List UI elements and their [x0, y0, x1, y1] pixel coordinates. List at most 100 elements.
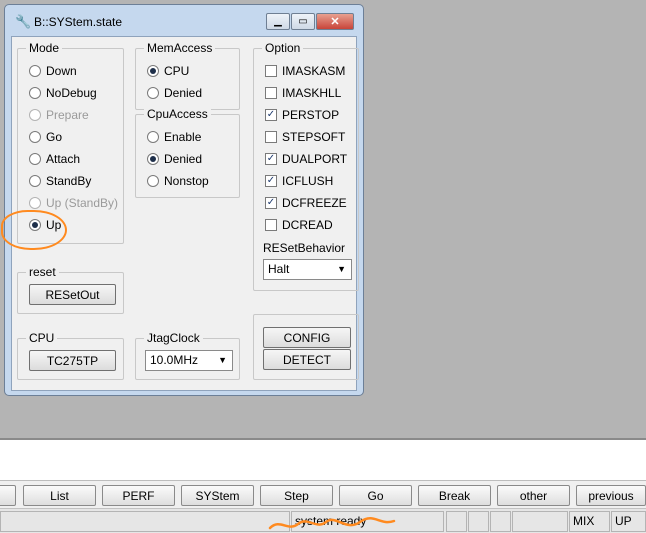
- radio-selected-icon: [147, 153, 159, 165]
- toolbar-button-system[interactable]: SYStem: [181, 485, 254, 506]
- toolbar-button-list[interactable]: List: [23, 485, 96, 506]
- toolbar-button-break[interactable]: Break: [418, 485, 491, 506]
- option-dcfreeze[interactable]: ✓ DCFREEZE: [265, 195, 347, 211]
- checkbox-checked-icon: ✓: [265, 175, 277, 187]
- radio-icon: [29, 65, 41, 77]
- option-label: Attach: [46, 152, 81, 166]
- memaccess-option-denied[interactable]: Denied: [147, 85, 202, 101]
- cpu-group-title: CPU: [26, 331, 58, 345]
- radio-icon: [29, 153, 41, 165]
- radio-icon: [29, 87, 41, 99]
- reset-group: reset RESetOut: [17, 265, 124, 314]
- option-label: DCFREEZE: [282, 196, 347, 210]
- dropdown-arrow-icon: ▼: [218, 355, 227, 365]
- option-imaskhll[interactable]: IMASKHLL: [265, 85, 341, 101]
- checkbox-checked-icon: ✓: [265, 109, 277, 121]
- mode-option-go[interactable]: Go: [29, 129, 62, 145]
- memaccess-option-cpu[interactable]: CPU: [147, 63, 189, 79]
- checkbox-checked-icon: ✓: [265, 197, 277, 209]
- status-cell-left: [0, 511, 290, 532]
- option-icflush[interactable]: ✓ ICFLUSH: [265, 173, 333, 189]
- checkbox-icon: [265, 131, 277, 143]
- option-group-title: Option: [262, 41, 304, 55]
- toolbar-button-go[interactable]: Go: [339, 485, 412, 506]
- checkbox-checked-icon: ✓: [265, 153, 277, 165]
- option-dualport[interactable]: ✓ DUALPORT: [265, 151, 347, 167]
- mode-option-up-standby: Up (StandBy): [29, 195, 118, 211]
- window-title: B::SYStem.state: [34, 15, 123, 29]
- option-label: StandBy: [46, 174, 92, 188]
- option-label: PERSTOP: [282, 108, 340, 122]
- command-area[interactable]: [0, 440, 646, 480]
- option-stepsoft[interactable]: STEPSOFT: [265, 129, 345, 145]
- option-label: Enable: [164, 130, 202, 144]
- memaccess-group-title: MemAccess: [144, 41, 216, 55]
- checkbox-icon: [265, 87, 277, 99]
- maximize-button[interactable]: ▭: [291, 13, 315, 30]
- cpu-button[interactable]: TC275TP: [29, 350, 116, 371]
- cpuaccess-option-nonstop[interactable]: Nonstop: [147, 173, 209, 189]
- mode-option-nodebug[interactable]: NoDebug: [29, 85, 97, 101]
- resetout-button[interactable]: RESetOut: [29, 284, 116, 305]
- option-label: Go: [46, 130, 63, 144]
- close-button[interactable]: ✕: [316, 13, 354, 30]
- option-label: Down: [46, 64, 77, 78]
- cpuaccess-option-enable[interactable]: Enable: [147, 129, 201, 145]
- detect-button[interactable]: DETECT: [263, 349, 351, 370]
- option-label: STEPSOFT: [282, 130, 346, 144]
- option-label: IMASKASM: [282, 64, 346, 78]
- option-group: Option IMASKASM IMASKHLL ✓ PERSTOP STEPSO…: [253, 41, 359, 291]
- toolbar-button-previous[interactable]: previous: [576, 485, 646, 506]
- status-mode: MIX: [569, 511, 610, 532]
- option-label: CPU: [164, 64, 190, 78]
- mode-option-standby[interactable]: StandBy: [29, 173, 91, 189]
- resetbehavior-label: RESetBehavior: [263, 241, 346, 255]
- mode-option-down[interactable]: Down: [29, 63, 77, 79]
- option-dcread[interactable]: DCREAD: [265, 217, 333, 233]
- wrench-icon: 🔧: [15, 14, 32, 29]
- dropdown-arrow-icon: ▼: [337, 264, 346, 274]
- jtagclock-group-title: JtagClock: [144, 331, 203, 345]
- cpuaccess-group: CpuAccess Enable Denied Nonstop: [135, 107, 240, 198]
- bottom-toolbar: List PERF SYStem Step Go Break other pre…: [0, 480, 646, 508]
- option-perstop[interactable]: ✓ PERSTOP: [265, 107, 339, 123]
- status-state: UP: [611, 511, 646, 532]
- radio-icon: [29, 109, 41, 121]
- toolbar-button-other[interactable]: other: [497, 485, 570, 506]
- dialog-client: Mode Down NoDebug Prepare Go Attach Stan…: [11, 36, 359, 391]
- config-button[interactable]: CONFIG: [263, 327, 351, 348]
- radio-icon: [29, 175, 41, 187]
- minimize-button[interactable]: ▁: [266, 13, 290, 30]
- highlight-circle: [1, 210, 67, 250]
- radio-selected-icon: [147, 65, 159, 77]
- status-cell: [446, 511, 467, 532]
- title-bar[interactable]: 🔧 B::SYStem.state ▁ ▭ ✕: [5, 5, 363, 35]
- resetbehavior-select[interactable]: Halt ▼: [263, 259, 352, 280]
- highlight-underline: [268, 517, 396, 530]
- radio-icon: [29, 131, 41, 143]
- reset-group-title: reset: [26, 265, 59, 279]
- jtagclock-select[interactable]: 10.0MHz ▼: [145, 350, 233, 371]
- status-cell: [468, 511, 489, 532]
- option-label: Denied: [164, 152, 203, 166]
- radio-icon: [147, 87, 159, 99]
- jtagclock-value: 10.0MHz: [150, 353, 199, 367]
- toolbar-button-perf[interactable]: PERF: [102, 485, 175, 506]
- cpuaccess-option-denied[interactable]: Denied: [147, 151, 202, 167]
- memaccess-group: MemAccess CPU Denied: [135, 41, 240, 110]
- option-label: IMASKHLL: [282, 86, 342, 100]
- radio-icon: [147, 131, 159, 143]
- toolbar-button-partial[interactable]: [0, 485, 16, 506]
- option-imaskasm[interactable]: IMASKASM: [265, 63, 345, 79]
- mode-group-title: Mode: [26, 41, 63, 55]
- option-label: NoDebug: [46, 86, 97, 100]
- config-group: CONFIG DETECT: [253, 314, 359, 380]
- radio-icon: [29, 197, 41, 209]
- mode-option-attach[interactable]: Attach: [29, 151, 80, 167]
- option-label: Nonstop: [164, 174, 209, 188]
- checkbox-icon: [265, 219, 277, 231]
- status-cell: [490, 511, 511, 532]
- jtagclock-group: JtagClock 10.0MHz ▼: [135, 331, 240, 380]
- toolbar-button-step[interactable]: Step: [260, 485, 333, 506]
- option-label: DCREAD: [282, 218, 333, 232]
